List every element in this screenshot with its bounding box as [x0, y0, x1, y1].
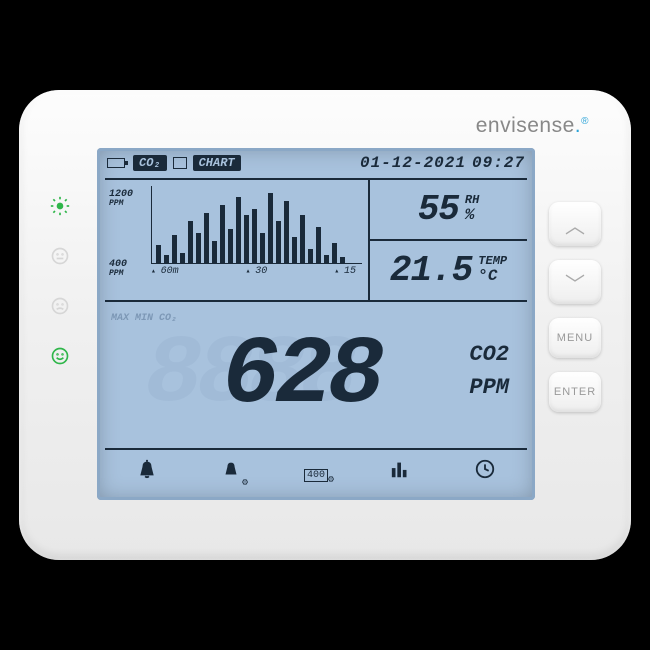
rh-value: 55: [418, 189, 459, 230]
bar: [228, 229, 233, 263]
chevron-down-icon: ﹀: [565, 268, 585, 297]
co2-unit-label: CO2 PPM: [469, 338, 509, 404]
temp-value: 21.5: [390, 250, 472, 291]
down-button[interactable]: ﹀: [549, 260, 601, 304]
bar: [308, 249, 313, 263]
sun-icon: [49, 195, 71, 217]
bar: [244, 215, 249, 263]
bar: [276, 221, 281, 263]
bar: [220, 205, 225, 263]
alarm-settings-icon: ⚙: [220, 458, 242, 487]
chart-x-axis: 60m 30 15: [151, 264, 362, 277]
humidity-reading: 55 RH%: [370, 180, 527, 241]
co2-value: 628: [222, 321, 380, 430]
co2-mode-pill: CO₂: [133, 155, 167, 171]
date-display: 01-12-2021: [360, 154, 466, 172]
history-chart: 1200PPM 400PPM 60m 30 15: [105, 180, 370, 300]
bar: [324, 255, 329, 263]
chart-mode-pill: CHART: [193, 155, 241, 171]
time-display: 09:27: [472, 154, 525, 172]
clock-icon: [474, 458, 496, 487]
face-happy-icon: [49, 345, 71, 367]
bar: [300, 215, 305, 263]
rh-unit: RH%: [465, 194, 479, 225]
side-readings: 55 RH% 21.5 TEMP°C: [370, 180, 527, 300]
brand-name: envisense: [476, 114, 575, 137]
bar: [172, 235, 177, 263]
screen-footer-icons: ⚙ 400⚙: [105, 448, 527, 494]
bar: [316, 227, 321, 263]
bar: [260, 233, 265, 263]
threshold-icon: 400⚙: [304, 461, 328, 484]
bar: [212, 241, 217, 263]
temperature-reading: 21.5 TEMP°C: [370, 241, 527, 300]
bar: [236, 197, 241, 263]
header-box-icon: [173, 157, 187, 169]
chart-icon: [390, 460, 412, 485]
bar: [284, 201, 289, 263]
device-body: envisense.® CO₂ CHART 01-12-2021 09:27 1…: [19, 90, 631, 560]
chart-y-bot: 400PPM: [109, 260, 127, 278]
bar: [164, 255, 169, 263]
menu-button[interactable]: MENU: [549, 318, 601, 358]
bar: [204, 213, 209, 263]
screen-row-1: 1200PPM 400PPM 60m 30 15 55 RH% 21.5 TEM…: [105, 178, 527, 300]
alarm-icon: [136, 458, 158, 487]
co2-main-reading: MAX MIN CO₂ 8888 628 CO2 PPM: [105, 300, 527, 448]
x-tick: 60m: [151, 266, 179, 277]
face-neutral-icon: [49, 245, 71, 267]
button-column: ︿ ﹀ MENU ENTER: [549, 202, 601, 412]
bar: [188, 221, 193, 263]
bar: [156, 245, 161, 263]
brand-reg: ®: [581, 116, 589, 127]
chart-bars: [151, 186, 362, 264]
bar: [252, 209, 257, 263]
screen-header: CO₂ CHART 01-12-2021 09:27: [97, 148, 535, 172]
chevron-up-icon: ︿: [565, 210, 585, 239]
bar: [340, 257, 345, 263]
brand-logo: envisense.®: [476, 114, 589, 138]
bar: [196, 233, 201, 263]
bar: [180, 253, 185, 263]
battery-icon: [107, 158, 125, 168]
x-tick: 15: [334, 266, 356, 277]
bar: [268, 193, 273, 263]
up-button[interactable]: ︿: [549, 202, 601, 246]
x-tick: 30: [246, 266, 268, 277]
chart-y-top: 1200PPM: [109, 190, 133, 208]
bar: [332, 243, 337, 263]
temp-unit: TEMP°C: [478, 255, 507, 286]
face-sad-icon: [49, 295, 71, 317]
enter-button[interactable]: ENTER: [549, 372, 601, 412]
lcd-screen: CO₂ CHART 01-12-2021 09:27 1200PPM 400PP…: [97, 148, 535, 500]
status-indicator-column: [49, 195, 71, 367]
bar: [292, 237, 297, 263]
